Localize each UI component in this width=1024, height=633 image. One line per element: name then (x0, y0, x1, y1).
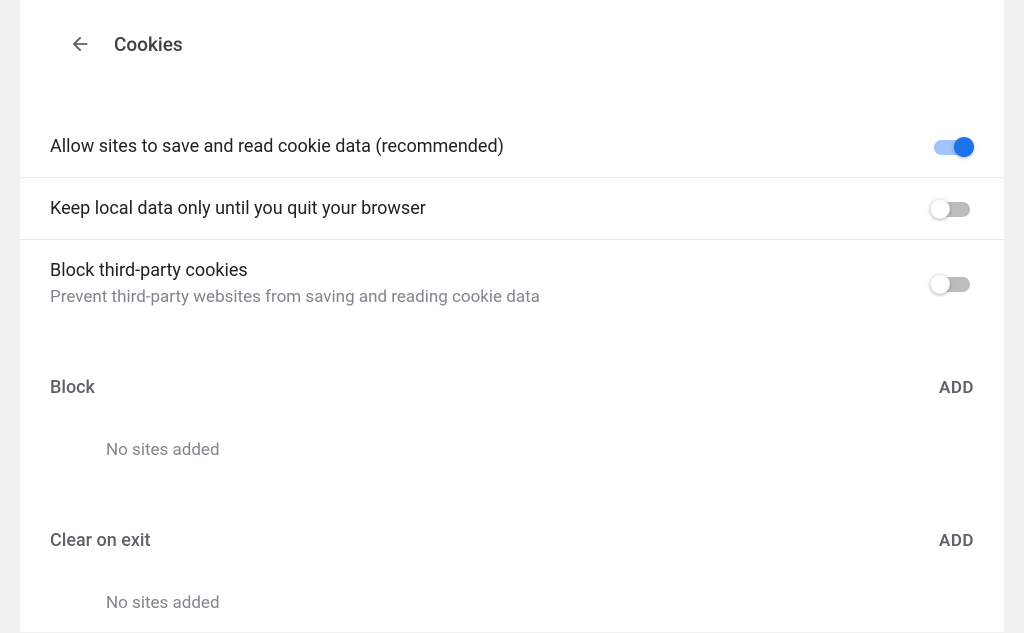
setting-text: Keep local data only until you quit your… (50, 196, 426, 221)
empty-text-clear-on-exit: No sites added (20, 551, 1004, 633)
page-content: Cookies Allow sites to save and read coo… (20, 0, 1004, 632)
header: Cookies (20, 0, 1004, 80)
add-button-block[interactable]: ADD (939, 378, 974, 398)
add-button-clear-on-exit[interactable]: ADD (939, 531, 974, 551)
setting-label: Allow sites to save and read cookie data… (50, 134, 504, 159)
empty-text-block: No sites added (20, 398, 1004, 480)
toggle-block-third-party[interactable] (930, 275, 974, 293)
toggle-thumb (930, 274, 950, 294)
setting-text: Allow sites to save and read cookie data… (50, 134, 504, 159)
setting-keep-local-data: Keep local data only until you quit your… (20, 178, 1004, 240)
section-block-header: Block ADD (20, 359, 1004, 398)
back-button[interactable] (56, 20, 104, 68)
toggle-allow-cookies[interactable] (930, 138, 974, 156)
setting-allow-cookies: Allow sites to save and read cookie data… (20, 116, 1004, 178)
setting-block-third-party: Block third-party cookies Prevent third-… (20, 240, 1004, 327)
toggle-keep-local-data[interactable] (930, 200, 974, 218)
page-title: Cookies (114, 33, 183, 56)
section-clear-on-exit-header: Clear on exit ADD (20, 512, 1004, 551)
settings-list: Allow sites to save and read cookie data… (20, 116, 1004, 327)
toggle-thumb (954, 137, 974, 157)
setting-label: Keep local data only until you quit your… (50, 196, 426, 221)
section-title-clear-on-exit: Clear on exit (50, 530, 151, 551)
setting-text: Block third-party cookies Prevent third-… (50, 258, 540, 309)
toggle-thumb (930, 199, 950, 219)
setting-sublabel: Prevent third-party websites from saving… (50, 286, 540, 310)
back-arrow-icon (69, 33, 91, 55)
section-title-block: Block (50, 377, 95, 398)
setting-label: Block third-party cookies (50, 258, 540, 283)
